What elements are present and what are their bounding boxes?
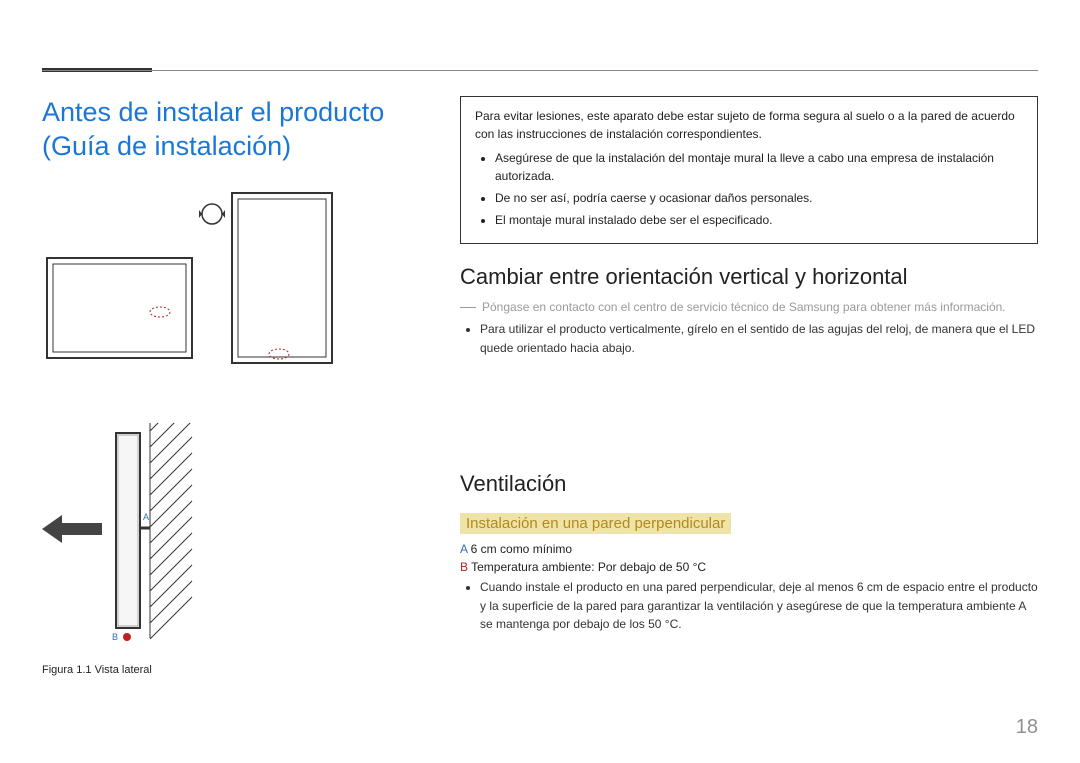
ventilation-heading: Ventilación [460, 471, 1038, 497]
note-dash-icon [460, 307, 476, 308]
left-column: Antes de instalar el producto (Guía de i… [42, 96, 442, 676]
orientation-heading: Cambiar entre orientación vertical y hor… [460, 264, 1038, 290]
warning-intro: Para evitar lesiones, este aparato debe … [475, 107, 1023, 143]
spec-b-text: Temperatura ambiente: Por debajo de 50 °… [468, 560, 706, 574]
orientation-note: Póngase en contacto con el centro de ser… [460, 300, 1038, 314]
spec-b-label: B [460, 560, 468, 574]
warning-item: El montaje mural instalado debe ser el e… [495, 211, 1023, 229]
spec-a: A 6 cm como mínimo [460, 542, 1038, 556]
main-title: Antes de instalar el producto (Guía de i… [42, 96, 442, 164]
warning-list: Asegúrese de que la instalación del mont… [475, 149, 1023, 229]
orientation-item: Para utilizar el producto verticalmente,… [480, 320, 1038, 357]
ventilation-item: Cuando instale el producto en una pared … [480, 578, 1038, 634]
right-column: Para evitar lesiones, este aparato debe … [460, 96, 1038, 638]
spec-b: B Temperatura ambiente: Por debajo de 50… [460, 560, 1038, 574]
spec-a-text: 6 cm como mínimo [467, 542, 572, 556]
orientation-diagram [42, 188, 342, 388]
label-a: A [143, 512, 149, 522]
side-view-diagram: A B [42, 423, 362, 653]
orientation-list: Para utilizar el producto verticalmente,… [460, 320, 1038, 357]
ventilation-list: Cuando instale el producto en una pared … [460, 578, 1038, 634]
label-b: B [112, 632, 118, 642]
figure-caption: Figura 1.1 Vista lateral [42, 664, 442, 676]
header-rule [42, 70, 1038, 71]
document-page: Antes de instalar el producto (Guía de i… [0, 0, 1080, 763]
orientation-note-text: Póngase en contacto con el centro de ser… [482, 300, 1006, 314]
warning-box: Para evitar lesiones, este aparato debe … [460, 96, 1038, 244]
warning-item: Asegúrese de que la instalación del mont… [495, 149, 1023, 185]
warning-item: De no ser así, podría caerse y ocasionar… [495, 189, 1023, 207]
ventilation-subheading: Instalación en una pared perpendicular [460, 513, 731, 534]
page-number: 18 [1016, 716, 1038, 739]
